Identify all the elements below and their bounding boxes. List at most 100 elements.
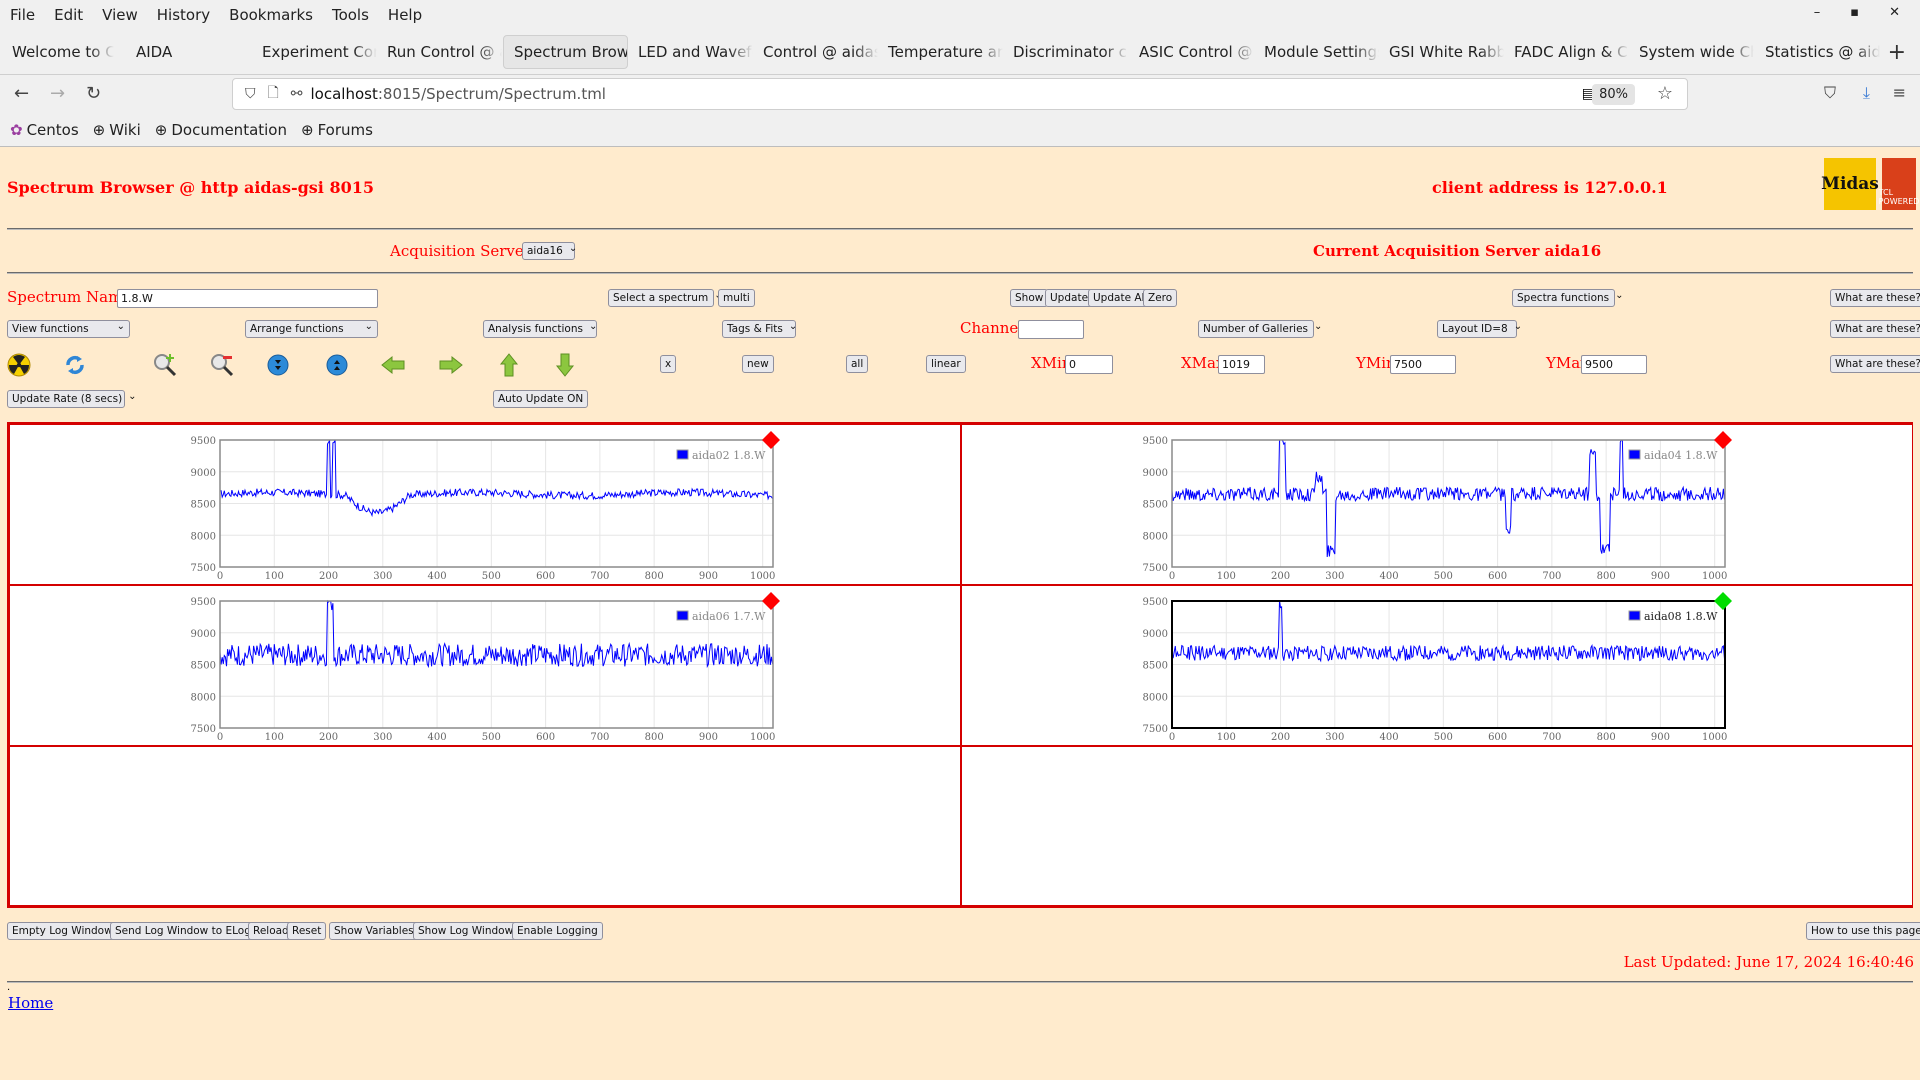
- minimize-button[interactable]: –: [1814, 5, 1821, 20]
- select-spectrum-dropdown[interactable]: Select a spectrum: [608, 289, 714, 307]
- compress-vertical-icon[interactable]: [324, 352, 350, 378]
- downloads-icon[interactable]: ⤓: [1863, 83, 1870, 103]
- tab-11[interactable]: GSI White Rabbi: [1379, 35, 1504, 69]
- tab-8[interactable]: Discriminator co: [1003, 35, 1128, 69]
- number-of-galleries-dropdown[interactable]: Number of Galleries: [1198, 320, 1314, 338]
- bookmark-documentation[interactable]: ⊕ Documentation: [155, 121, 287, 139]
- what-are-these-button-1[interactable]: What are these?: [1830, 289, 1920, 307]
- footer-button-show-variables[interactable]: Show Variables: [329, 922, 419, 940]
- menu-file[interactable]: File: [10, 6, 35, 24]
- radiation-icon[interactable]: [6, 352, 32, 378]
- tab-2[interactable]: Experiment Cont: [252, 35, 377, 69]
- maximize-button[interactable]: ▪: [1850, 5, 1859, 20]
- app-menu-icon[interactable]: ≡: [1893, 83, 1906, 102]
- tab-3[interactable]: Run Control @ a: [377, 35, 502, 69]
- x-tick-label: 200: [319, 732, 338, 743]
- xmin-input[interactable]: [1065, 355, 1113, 374]
- gallery-cell-5-empty[interactable]: [9, 746, 961, 906]
- how-to-use-button[interactable]: How to use this page: [1806, 922, 1920, 940]
- tab-7[interactable]: Temperature and: [878, 35, 1003, 69]
- tab-9[interactable]: ASIC Control @: [1129, 35, 1254, 69]
- acquisition-server-select[interactable]: aida16: [522, 242, 575, 260]
- gallery-cell-6-empty[interactable]: [961, 746, 1913, 906]
- what-are-these-button-2[interactable]: What are these?: [1830, 320, 1920, 338]
- spectrum-chart-aida08[interactable]: 0 100 200 300 400 500 600 700 800 900 1000 7500 8000…: [962, 586, 1914, 747]
- tab-10[interactable]: Module Settings: [1254, 35, 1379, 69]
- reload-icon[interactable]: ↻: [86, 83, 101, 104]
- spectrum-name-input[interactable]: [117, 289, 378, 308]
- menu-bookmarks[interactable]: Bookmarks: [229, 6, 313, 24]
- arrow-up-icon[interactable]: [496, 352, 522, 378]
- x-tick-label: 500: [1434, 732, 1453, 743]
- menu-view[interactable]: View: [102, 6, 138, 24]
- arrow-right-icon[interactable]: [438, 352, 464, 378]
- auto-update-button[interactable]: Auto Update ON: [493, 390, 589, 408]
- gallery-cell-4[interactable]: 0 100 200 300 400 500 600 700 800 900 1000 7500 8000…: [961, 585, 1913, 746]
- new-tab-button[interactable]: +: [1888, 40, 1906, 65]
- menu-history[interactable]: History: [157, 6, 210, 24]
- close-window-button[interactable]: ✕: [1889, 5, 1900, 20]
- footer-button-show-log-window[interactable]: Show Log Window: [413, 922, 519, 940]
- zoom-out-icon[interactable]: [209, 352, 235, 378]
- new-button[interactable]: new: [742, 355, 774, 373]
- url-bar[interactable]: ⛉ 🗋 ⚯ localhost:8015/Spectrum/Spectrum.t…: [232, 78, 1688, 110]
- all-button[interactable]: all: [846, 355, 869, 373]
- pocket-icon[interactable]: ⛉: [1824, 83, 1836, 103]
- layout-dropdown[interactable]: Layout ID=8: [1437, 320, 1517, 338]
- gallery-cell-1[interactable]: 0 100 200 300 400 500 600 700 800 900 1000 7500 8000…: [9, 424, 961, 585]
- gallery-cell-3[interactable]: 0 100 200 300 400 500 600 700 800 900 1000 7500 8000…: [9, 585, 961, 746]
- linear-button[interactable]: linear: [926, 355, 966, 373]
- spectra-functions-dropdown[interactable]: Spectra functions: [1512, 289, 1615, 307]
- footer-button-reset[interactable]: Reset: [287, 922, 327, 940]
- multi-button[interactable]: multi: [718, 289, 755, 307]
- spectrum-chart-aida02[interactable]: 0 100 200 300 400 500 600 700 800 900 1000 7500 8000…: [10, 425, 962, 586]
- bookmark-wiki[interactable]: ⊕ Wiki: [93, 121, 141, 139]
- menu-tools[interactable]: Tools: [332, 6, 369, 24]
- tab-0[interactable]: Welcome to Cen: [2, 35, 114, 69]
- forward-icon[interactable]: →: [50, 83, 65, 104]
- zoom-in-icon[interactable]: [152, 352, 178, 378]
- expand-vertical-icon[interactable]: [265, 352, 291, 378]
- what-are-these-button-3[interactable]: What are these?: [1830, 355, 1920, 373]
- ymin-input[interactable]: [1390, 355, 1456, 374]
- x-button[interactable]: x: [660, 355, 677, 373]
- bookmark-forums[interactable]: ⊕ Forums: [301, 121, 373, 139]
- tab-13[interactable]: System wide Ch: [1629, 35, 1754, 69]
- tab-6[interactable]: Control @ aidas: [753, 35, 878, 69]
- tab-4[interactable]: Spectrum Brow×: [503, 35, 628, 69]
- xmax-input[interactable]: [1218, 355, 1265, 374]
- bookmark-star-icon[interactable]: ☆: [1657, 83, 1673, 104]
- view-functions-dropdown[interactable]: View functions: [7, 320, 130, 338]
- gallery-cell-2[interactable]: 0 100 200 300 400 500 600 700 800 900 1000 7500 8000…: [961, 424, 1913, 585]
- shield-icon[interactable]: ⛉: [245, 86, 256, 102]
- show-button[interactable]: Show: [1010, 289, 1049, 307]
- arrange-functions-dropdown[interactable]: Arrange functions: [245, 320, 378, 338]
- ymax-input[interactable]: [1581, 355, 1647, 374]
- tab-12[interactable]: FADC Align & C: [1504, 35, 1629, 69]
- footer-button-enable-logging[interactable]: Enable Logging: [512, 922, 603, 940]
- channel-input[interactable]: [1018, 320, 1084, 339]
- tags-fits-dropdown[interactable]: Tags & Fits: [722, 320, 796, 338]
- update-button[interactable]: Update: [1045, 289, 1094, 307]
- tab-1[interactable]: AIDA: [126, 35, 232, 69]
- refresh-icon[interactable]: [62, 352, 88, 378]
- zero-button[interactable]: Zero: [1143, 289, 1178, 307]
- spectrum-chart-aida06[interactable]: 0 100 200 300 400 500 600 700 800 900 1000 7500 8000…: [10, 586, 962, 747]
- tab-5[interactable]: LED and Wavefo: [628, 35, 753, 69]
- footer-button-empty-log-window[interactable]: Empty Log Window: [7, 922, 118, 940]
- menu-bar: File Edit View History Bookmarks Tools H…: [0, 0, 1920, 30]
- spectrum-chart-aida04[interactable]: 0 100 200 300 400 500 600 700 800 900 1000 7500 8000…: [962, 425, 1914, 586]
- tab-14[interactable]: Statistics @ aid: [1755, 35, 1880, 69]
- menu-edit[interactable]: Edit: [54, 6, 83, 24]
- zoom-level[interactable]: 80%: [1592, 84, 1635, 105]
- bookmark-centos[interactable]: ✿ Centos: [10, 121, 79, 139]
- analysis-functions-dropdown[interactable]: Analysis functions: [483, 320, 597, 338]
- arrow-down-icon[interactable]: [552, 352, 578, 378]
- menu-help[interactable]: Help: [388, 6, 422, 24]
- back-icon[interactable]: ←: [14, 83, 29, 104]
- footer-button-send-log-window-to-elog[interactable]: Send Log Window to ELog: [110, 922, 256, 940]
- home-link[interactable]: Home: [8, 994, 53, 1012]
- arrow-left-icon[interactable]: [380, 352, 406, 378]
- update-rate-dropdown[interactable]: Update Rate (8 secs): [7, 390, 125, 408]
- permissions-icon[interactable]: ⚯: [291, 86, 303, 102]
